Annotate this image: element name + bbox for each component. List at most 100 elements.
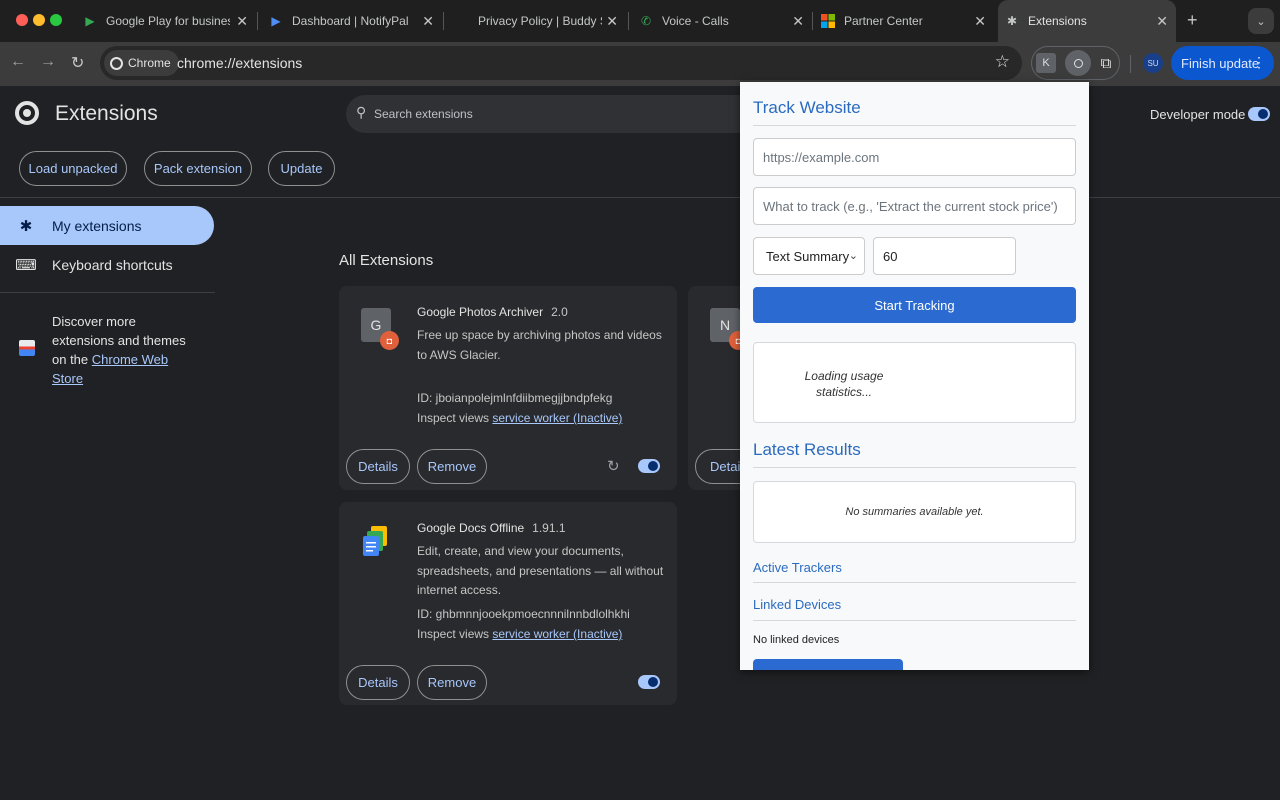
remove-button[interactable]: Remove bbox=[417, 449, 487, 484]
remove-button[interactable]: Remove bbox=[417, 665, 487, 700]
page-title: Extensions bbox=[55, 102, 158, 125]
blank-icon bbox=[454, 13, 470, 29]
active-trackers-link[interactable]: Active Trackers bbox=[753, 560, 842, 575]
google-docs-icon bbox=[361, 524, 391, 558]
no-linked-devices-text: No linked devices bbox=[753, 634, 840, 646]
puzzle-icon: ✱ bbox=[1006, 14, 1018, 28]
url-text[interactable]: chrome://extensions bbox=[177, 55, 302, 71]
extension-k-icon[interactable]: K bbox=[1036, 53, 1056, 73]
close-tab-icon[interactable]: ✕ bbox=[792, 13, 804, 30]
load-unpacked-button[interactable]: Load unpacked bbox=[19, 151, 127, 186]
close-tab-icon[interactable]: ✕ bbox=[422, 13, 434, 30]
mode-select[interactable]: Text Summary ⌄ bbox=[753, 237, 865, 275]
menu-dots-icon[interactable]: ⋮ bbox=[1252, 54, 1266, 71]
popup-divider bbox=[753, 620, 1076, 621]
extension-card-docs-offline: Google Docs Offline 1.91.1 Edit, create, … bbox=[339, 502, 677, 705]
developer-mode-label: Developer mode bbox=[1150, 107, 1246, 122]
popup-divider bbox=[753, 582, 1076, 583]
extension-enabled-toggle[interactable] bbox=[638, 675, 660, 689]
extensions-puzzle-icon[interactable]: ⧉ bbox=[1096, 53, 1116, 73]
chrome-web-store-icon bbox=[19, 340, 35, 356]
sidebar-item-my-extensions[interactable]: ✱ My extensions bbox=[0, 206, 214, 245]
close-tab-icon[interactable]: ✕ bbox=[606, 13, 618, 30]
tab-strip: ▶ Google Play for business | ✕ ▶ Dashboa… bbox=[0, 0, 1280, 42]
interval-input[interactable]: 60 bbox=[873, 237, 1016, 275]
notifypal-icon: ▶ bbox=[271, 14, 281, 28]
bookmark-star-icon[interactable]: ☆ bbox=[995, 52, 1010, 72]
extension-enabled-toggle[interactable] bbox=[638, 459, 660, 473]
usage-stats-box: Loading usage statistics... bbox=[753, 342, 1076, 423]
close-tab-icon[interactable]: ✕ bbox=[974, 13, 986, 30]
details-button[interactable]: Details bbox=[346, 665, 410, 700]
address-bar[interactable]: Chrome chrome://extensions ☆ bbox=[100, 46, 1022, 80]
chevron-down-icon: ⌄ bbox=[848, 250, 858, 262]
extension-name: Google Photos Archiver bbox=[417, 305, 544, 319]
start-tracking-button[interactable]: Start Tracking bbox=[753, 287, 1076, 323]
camera-badge-icon: ◘ bbox=[380, 331, 399, 350]
no-summaries-text: No summaries available yet. bbox=[845, 506, 984, 518]
reload-icon[interactable]: ↻ bbox=[71, 53, 84, 73]
extension-version: 2.0 bbox=[551, 305, 568, 319]
results-box: No summaries available yet. bbox=[753, 481, 1076, 543]
reload-icon[interactable]: ↻ bbox=[607, 457, 620, 475]
new-tab-icon[interactable]: + bbox=[1187, 10, 1198, 31]
chrome-icon bbox=[110, 56, 123, 70]
inspect-views: Inspect views service worker (Inactive) bbox=[417, 627, 623, 641]
sidebar-divider bbox=[0, 292, 215, 293]
extension-card-notifypal: N ◘ Details bbox=[688, 286, 759, 490]
inspect-views: Inspect views service worker (Inactive) bbox=[417, 411, 623, 425]
close-tab-icon[interactable]: ✕ bbox=[1156, 13, 1168, 30]
browser-toolbar: ← → ↻ Chrome chrome://extensions ☆ K ⧉ S… bbox=[0, 42, 1280, 86]
extension-id: ID: jboianpolejmlnfdiibmegjjbndpfekg bbox=[417, 391, 613, 405]
service-worker-link[interactable]: service worker (Inactive) bbox=[492, 627, 622, 641]
puzzle-icon: ✱ bbox=[19, 217, 33, 235]
microsoft-icon bbox=[820, 13, 836, 29]
tracker-extension-icon[interactable] bbox=[1065, 50, 1091, 76]
forward-arrow-icon[interactable]: → bbox=[40, 53, 56, 71]
latest-results-heading: Latest Results bbox=[753, 440, 861, 459]
update-button[interactable]: Update bbox=[268, 151, 335, 186]
play-icon: ▶ bbox=[85, 14, 95, 28]
service-worker-link[interactable]: service worker (Inactive) bbox=[492, 411, 622, 425]
extension-version: 1.91.1 bbox=[532, 521, 566, 535]
section-title: All Extensions bbox=[339, 252, 434, 269]
tab-voice-calls[interactable]: ✆ Voice - Calls ✕ bbox=[632, 4, 812, 38]
details-button[interactable]: Details bbox=[346, 449, 410, 484]
popup-divider bbox=[753, 125, 1076, 126]
tab-privacy-policy[interactable]: Privacy Policy | Buddy Sui ✕ bbox=[448, 4, 626, 38]
tab-notifypal[interactable]: ▶ Dashboard | NotifyPal ✕ bbox=[262, 4, 442, 38]
sidebar-item-keyboard-shortcuts[interactable]: ⌨ Keyboard shortcuts bbox=[0, 245, 214, 284]
extension-icons-group: K ⧉ bbox=[1031, 46, 1120, 80]
extension-id: ID: ghbmnnjooekpmoecnnnilnnbdlolhkhi bbox=[417, 607, 630, 621]
back-arrow-icon[interactable]: ← bbox=[10, 53, 26, 71]
discover-text: Discover more extensions and themes on t… bbox=[52, 314, 186, 386]
extension-card-photos-archiver: G ◘ Google Photos Archiver 2.0 Free up sp… bbox=[339, 286, 677, 490]
tab-search-chevron-icon[interactable]: ⌄ bbox=[1248, 8, 1274, 34]
popup-title: Track Website bbox=[753, 98, 861, 117]
search-extensions-input[interactable]: ⚲ Search extensions bbox=[346, 95, 766, 133]
tab-extensions[interactable]: ✱ Extensions ✕ bbox=[998, 0, 1176, 42]
extension-name: Google Docs Offline bbox=[417, 521, 525, 535]
profile-avatar[interactable]: SU bbox=[1143, 53, 1163, 73]
search-icon: ⚲ bbox=[356, 104, 367, 120]
url-input[interactable]: https://example.com bbox=[753, 138, 1076, 176]
extension-description: Edit, create, and view your documents, s… bbox=[417, 544, 664, 597]
linked-devices-link[interactable]: Linked Devices bbox=[753, 597, 841, 612]
developer-mode-toggle[interactable] bbox=[1248, 107, 1270, 121]
tab-google-play[interactable]: ▶ Google Play for business | ✕ bbox=[76, 4, 256, 38]
minimize-window-button[interactable] bbox=[33, 14, 45, 26]
pack-extension-button[interactable]: Pack extension bbox=[144, 151, 252, 186]
extensions-logo-icon bbox=[15, 101, 39, 125]
close-window-button[interactable] bbox=[16, 14, 28, 26]
phone-icon: ✆ bbox=[640, 14, 652, 28]
site-info-chip[interactable]: Chrome bbox=[104, 50, 179, 76]
extension-description: Free up space by archiving photos and vi… bbox=[417, 328, 662, 362]
tab-partner-center[interactable]: Partner Center ✕ bbox=[816, 4, 994, 38]
usage-loading-text: Loading usage statistics... bbox=[804, 369, 884, 399]
finish-update-button[interactable]: Finish update ⋮ bbox=[1171, 46, 1274, 80]
close-tab-icon[interactable]: ✕ bbox=[236, 13, 248, 30]
link-device-button[interactable] bbox=[753, 659, 903, 670]
track-query-input[interactable]: What to track (e.g., 'Extract the curren… bbox=[753, 187, 1076, 225]
keyboard-icon: ⌨ bbox=[15, 256, 37, 274]
maximize-window-button[interactable] bbox=[50, 14, 62, 26]
